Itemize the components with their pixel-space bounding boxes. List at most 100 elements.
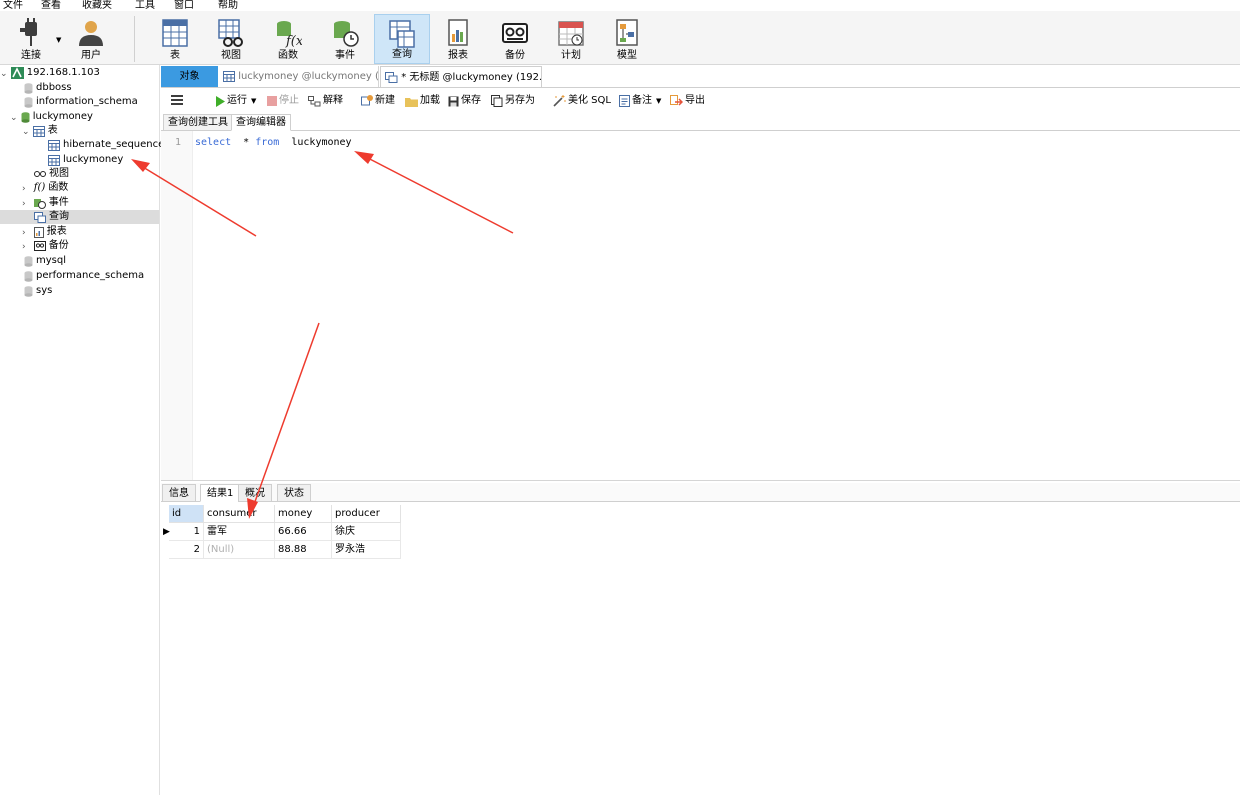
column-header-id[interactable]: id xyxy=(169,505,204,523)
tree-reports[interactable]: › 报表 xyxy=(22,225,67,239)
chevron-right-icon[interactable]: › xyxy=(22,228,26,238)
tree-backups[interactable]: › 备份 xyxy=(22,239,69,253)
report-label: 报表 xyxy=(435,46,481,61)
chevron-right-icon[interactable]: › xyxy=(22,199,26,209)
chevron-down-icon[interactable]: ⌄ xyxy=(0,69,8,79)
query-button[interactable]: 查询 xyxy=(374,14,430,64)
tree-db-information-schema[interactable]: information_schema xyxy=(24,95,138,109)
event-button[interactable]: 事件 xyxy=(322,14,368,64)
tree-db-dbboss[interactable]: dbboss xyxy=(24,81,72,95)
function-button[interactable]: f(x) 函数 xyxy=(265,14,311,64)
new-button[interactable]: 新建 xyxy=(361,94,395,108)
chevron-down-icon[interactable]: ⌄ xyxy=(10,113,18,123)
sql-code-line[interactable]: select * from luckymoney xyxy=(195,137,352,148)
connect-button[interactable]: 连接 xyxy=(10,14,52,64)
column-header-producer[interactable]: producer xyxy=(332,505,401,523)
export-button[interactable]: 导出 xyxy=(670,94,705,108)
tree-db-luckymoney[interactable]: ⌄ luckymoney xyxy=(10,110,93,124)
sql-table-name: luckymoney xyxy=(291,137,351,148)
table-cell-money[interactable]: 66.66 xyxy=(275,523,332,541)
tree-tables[interactable]: ⌄ 表 xyxy=(22,124,58,138)
sql-editor[interactable]: 1 select * from luckymoney xyxy=(161,131,1240,481)
chevron-down-icon[interactable]: ⌄ xyxy=(22,127,30,137)
tab-objects[interactable]: 对象 xyxy=(161,66,218,87)
tab-table-luckymoney[interactable]: luckymoney @luckymoney (... xyxy=(219,66,379,87)
folder-icon xyxy=(405,96,418,107)
save-button[interactable]: 保存 xyxy=(448,94,481,108)
load-button[interactable]: 加载 xyxy=(405,94,440,108)
table-button[interactable]: 表 xyxy=(152,14,198,64)
tab-result1[interactable]: 结果1 xyxy=(200,484,240,502)
connect-label: 连接 xyxy=(10,46,52,61)
table-cell-money[interactable]: 88.88 xyxy=(275,541,332,559)
run-dropdown-icon[interactable]: ▼ xyxy=(251,97,256,105)
schedule-button[interactable]: 计划 xyxy=(548,14,594,64)
model-icon xyxy=(613,18,641,48)
beautify-sql-button[interactable]: 美化 SQL xyxy=(553,94,611,108)
menu-hamburger-icon[interactable] xyxy=(171,94,183,108)
editor-mode-tabs: 查询创建工具 查询编辑器 xyxy=(161,114,1240,131)
save-as-button[interactable]: 另存为 xyxy=(491,94,535,108)
event-icon xyxy=(34,198,46,209)
query-toolbar: 运行▼ 停止 解释 新建 加载 保存 另存为 美化 SQL 备注▼ 导出 xyxy=(161,90,1240,112)
tab-untitled-query[interactable]: * 无标题 @luckymoney (192.... xyxy=(380,66,542,87)
table-icon xyxy=(161,18,189,48)
menu-favorites[interactable]: 收藏夹 xyxy=(82,0,112,11)
tab-profile[interactable]: 概况 xyxy=(238,484,272,502)
user-button[interactable]: 用户 xyxy=(70,14,112,64)
sql-keyword-select: select xyxy=(195,137,231,148)
table-icon xyxy=(48,155,60,166)
chevron-right-icon[interactable]: › xyxy=(22,184,26,194)
tree-table-luckymoney[interactable]: luckymoney xyxy=(48,153,123,167)
tree-functions[interactable]: › f()函数 xyxy=(22,181,68,195)
column-header-money[interactable]: money xyxy=(275,505,332,523)
report-button[interactable]: 报表 xyxy=(435,14,481,64)
query-icon xyxy=(385,72,398,83)
menu-help[interactable]: 帮助 xyxy=(218,0,238,11)
view-label: 视图 xyxy=(208,46,254,61)
tab-table-label: luckymoney @luckymoney (... xyxy=(238,71,379,82)
line-number-gutter: 1 xyxy=(161,131,193,480)
tree-db-mysql[interactable]: mysql xyxy=(24,254,66,268)
comment-button[interactable]: 备注▼ xyxy=(619,94,661,108)
connection-tree: ⌄ 192.168.1.103 dbboss information_schem… xyxy=(0,65,160,795)
tab-query-builder[interactable]: 查询创建工具 xyxy=(163,114,233,131)
table-cell-consumer[interactable]: 雷军 xyxy=(204,523,275,541)
table-cell-producer[interactable]: 徐庆 xyxy=(332,523,401,541)
export-icon xyxy=(670,95,683,107)
explain-button[interactable]: 解释 xyxy=(308,94,343,108)
stop-button[interactable]: 停止 xyxy=(267,94,299,108)
tab-info[interactable]: 信息 xyxy=(162,484,196,502)
tree-db-sys[interactable]: sys xyxy=(24,284,52,298)
model-button[interactable]: 模型 xyxy=(604,14,650,64)
tree-table-hibernate-sequence[interactable]: hibernate_sequence xyxy=(48,138,164,152)
tab-status[interactable]: 状态 xyxy=(277,484,311,502)
table-cell-id[interactable]: 2 xyxy=(169,541,204,559)
run-button[interactable]: 运行▼ xyxy=(215,94,256,108)
menu-window[interactable]: 窗口 xyxy=(174,0,194,11)
tree-queries[interactable]: 查询 xyxy=(0,210,159,224)
connect-dropdown-icon[interactable]: ▼ xyxy=(56,36,61,44)
database-icon xyxy=(24,256,33,267)
table-cell-id[interactable]: 1 xyxy=(169,523,204,541)
column-header-consumer[interactable]: consumer xyxy=(204,505,275,523)
table-cell-producer[interactable]: 罗永浩 xyxy=(332,541,401,559)
tree-events[interactable]: › 事件 xyxy=(22,196,69,210)
tree-server[interactable]: ⌄ 192.168.1.103 xyxy=(0,66,100,80)
tree-views[interactable]: 视图 xyxy=(34,167,69,181)
backup-icon xyxy=(34,241,46,251)
database-icon xyxy=(24,97,33,108)
backup-button[interactable]: 备份 xyxy=(492,14,538,64)
table-cell-consumer[interactable]: (Null) xyxy=(204,541,275,559)
menu-file[interactable]: 文件 xyxy=(3,0,23,11)
explain-icon xyxy=(308,96,321,107)
view-button[interactable]: 视图 xyxy=(208,14,254,64)
comment-dropdown-icon[interactable]: ▼ xyxy=(656,97,661,105)
menu-view[interactable]: 查看 xyxy=(41,0,61,11)
tree-db-performance-schema[interactable]: performance_schema xyxy=(24,269,144,283)
database-icon xyxy=(24,286,33,297)
tab-query-editor[interactable]: 查询编辑器 xyxy=(231,114,291,131)
function-label: 函数 xyxy=(265,46,311,61)
menu-tools[interactable]: 工具 xyxy=(135,0,155,11)
chevron-right-icon[interactable]: › xyxy=(22,242,26,252)
